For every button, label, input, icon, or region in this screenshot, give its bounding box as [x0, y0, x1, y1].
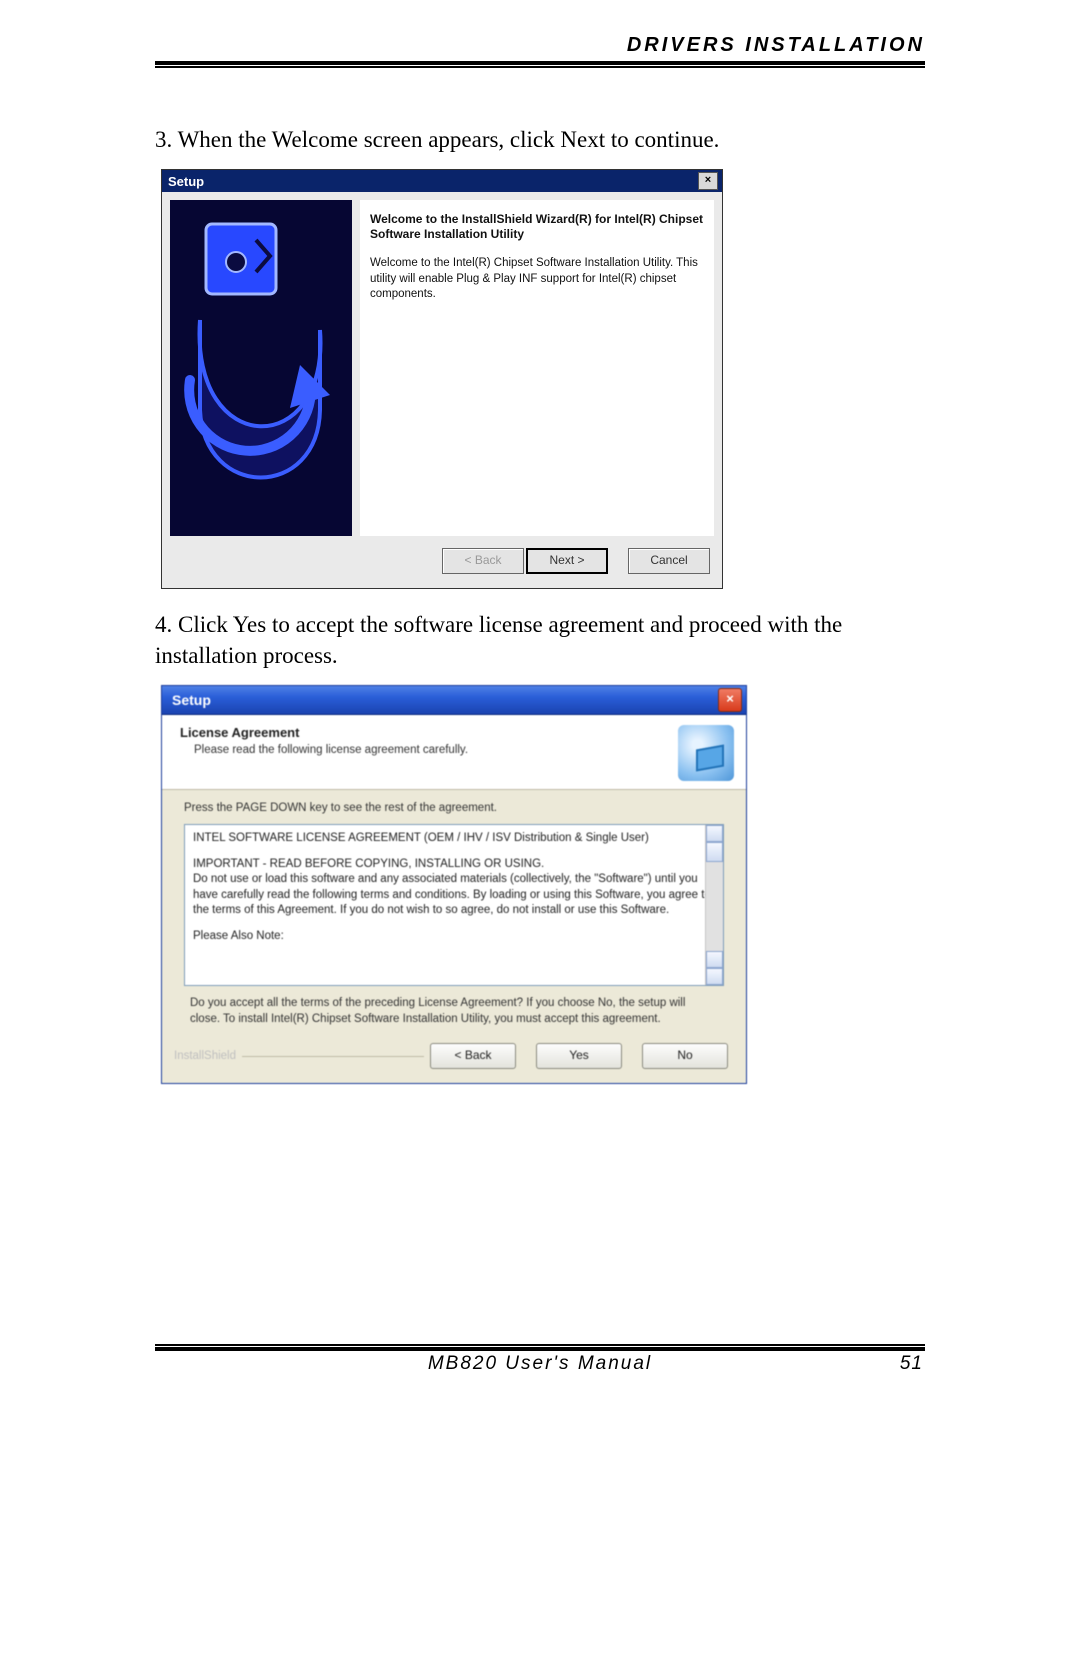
back-button[interactable]: < Back	[430, 1043, 516, 1069]
screenshot-license-dialog: Setup × License Agreement Please read th…	[161, 685, 747, 1084]
next-button[interactable]: Next >	[526, 548, 608, 574]
window-title: Setup	[172, 692, 211, 708]
wizard-heading: Welcome to the InstallShield Wizard(R) f…	[370, 212, 704, 242]
license-line: INTEL SOFTWARE LICENSE AGREEMENT (OEM / …	[193, 831, 715, 847]
scroll-thumb[interactable]	[706, 842, 723, 862]
license-line: IMPORTANT - READ BEFORE COPYING, INSTALL…	[193, 858, 544, 870]
dialog-button-row: InstallShield < Back Yes No	[162, 1037, 746, 1083]
footer-center: MB820 User's Manual	[197, 1353, 883, 1375]
footer-rules	[155, 1344, 925, 1351]
dialog-body: Press the PAGE DOWN key to see the rest …	[162, 790, 746, 1037]
page-number: 51	[883, 1353, 923, 1375]
step-4-text: 4. Click Yes to accept the software lice…	[155, 609, 925, 671]
license-subtitle: Please read the following license agreem…	[194, 744, 678, 756]
cancel-button[interactable]: Cancel	[628, 548, 710, 574]
titlebar[interactable]: Setup ×	[162, 170, 722, 192]
page-down-hint: Press the PAGE DOWN key to see the rest …	[184, 802, 724, 814]
page-footer: MB820 User's Manual 51	[155, 1353, 925, 1375]
window-title: Setup	[168, 174, 204, 189]
scroll-down-icon[interactable]	[706, 968, 723, 985]
scrollbar[interactable]	[705, 825, 723, 985]
license-line: Please Also Note:	[193, 929, 715, 945]
dialog-header: License Agreement Please read the follow…	[162, 715, 746, 790]
wizard-graphic	[170, 200, 352, 536]
dialog-button-row: < Back Next > Cancel	[168, 538, 716, 582]
installshield-brand: InstallShield	[174, 1050, 236, 1062]
scroll-up-icon[interactable]	[706, 825, 723, 842]
dialog-body: Welcome to the InstallShield Wizard(R) f…	[162, 192, 722, 588]
close-icon[interactable]: ×	[698, 172, 718, 190]
license-textarea[interactable]: INTEL SOFTWARE LICENSE AGREEMENT (OEM / …	[184, 824, 724, 986]
footer-divider	[242, 1056, 424, 1057]
installer-icon	[170, 200, 352, 536]
accept-question: Do you accept all the terms of the prece…	[190, 996, 718, 1027]
step-3-text: 3. When the Welcome screen appears, clic…	[155, 124, 925, 155]
running-header: DRIVERS INSTALLATION	[155, 34, 925, 61]
header-rule-thin	[155, 66, 925, 68]
screenshot-welcome-dialog: Setup × Welcome to t	[161, 169, 723, 589]
scroll-track-end	[706, 951, 723, 968]
back-button[interactable]: < Back	[442, 548, 524, 574]
yes-button[interactable]: Yes	[536, 1043, 622, 1069]
wizard-text-panel: Welcome to the InstallShield Wizard(R) f…	[360, 200, 714, 536]
titlebar[interactable]: Setup ×	[162, 686, 746, 715]
header-rule	[155, 61, 925, 65]
license-title: License Agreement	[180, 725, 678, 740]
wizard-paragraph: Welcome to the Intel(R) Chipset Software…	[370, 256, 704, 303]
manual-page: DRIVERS INSTALLATION 3. When the Welcome…	[155, 0, 925, 1669]
no-button[interactable]: No	[642, 1043, 728, 1069]
installer-logo-icon	[678, 725, 734, 781]
license-line: Do not use or load this software and any…	[193, 873, 711, 916]
close-icon[interactable]: ×	[718, 688, 742, 712]
